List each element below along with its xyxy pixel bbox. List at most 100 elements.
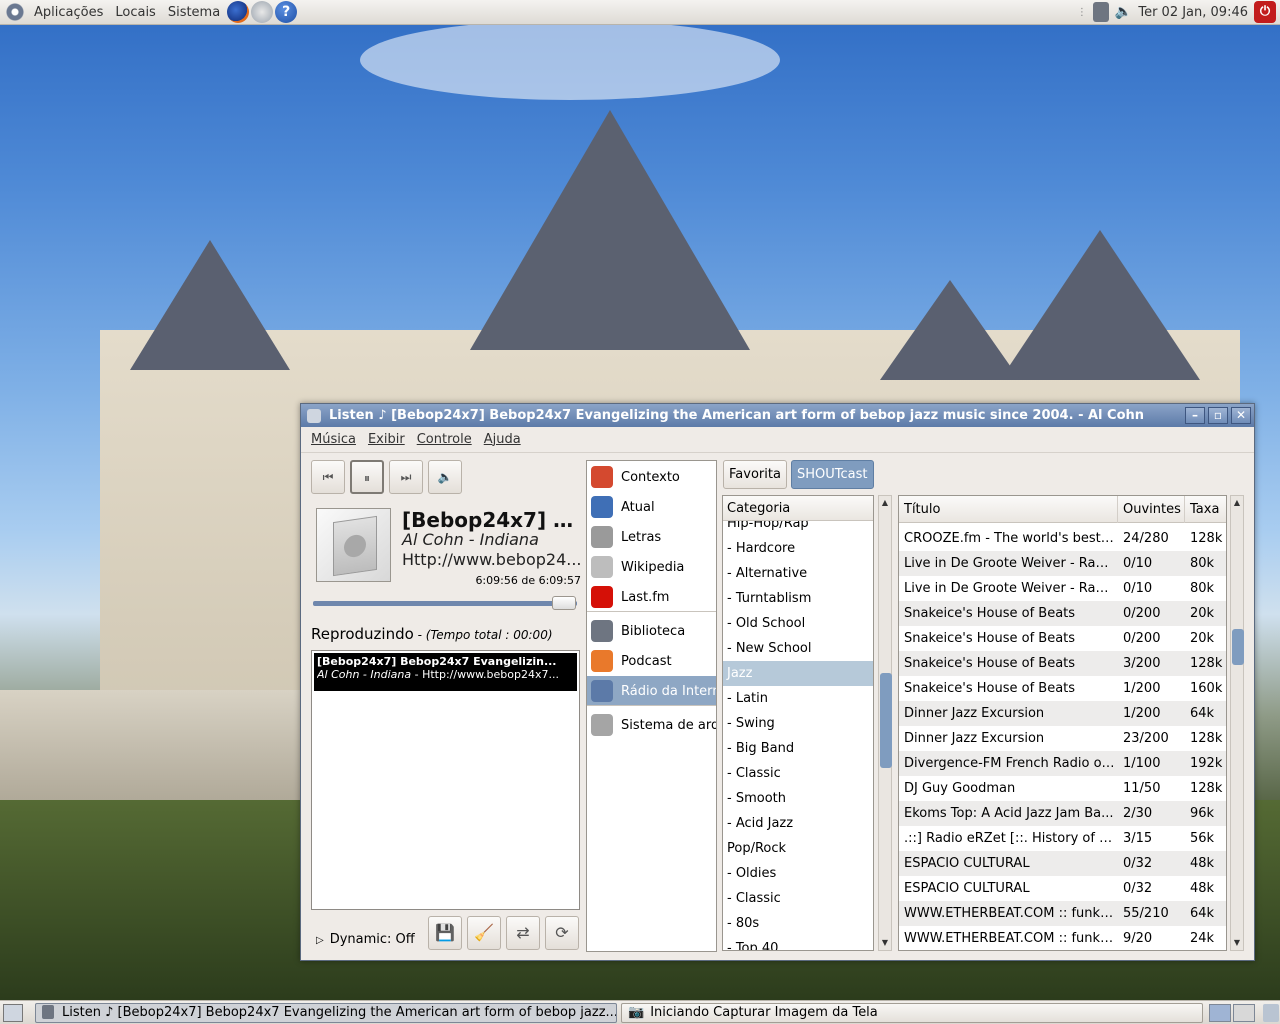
sidebar-item-contexto[interactable]: Contexto: [587, 462, 716, 492]
firefox-icon[interactable]: [227, 1, 250, 23]
table-row[interactable]: WWW.ETHERBEAT.COM :: funk j... 9/20 24k: [899, 926, 1226, 950]
category-item[interactable]: - Acid Jazz: [723, 811, 873, 836]
taskbar-item-listen[interactable]: Listen ♪ [Bebop24x7] Bebop24x7 Evangeliz…: [35, 1002, 617, 1023]
table-row[interactable]: Ekoms Top: A Acid Jazz Jam Ba... 2/30 96k: [899, 801, 1226, 826]
table-row[interactable]: DJ Guy Goodman 11/50 128k: [899, 776, 1226, 801]
playlist[interactable]: [Bebop24x7] Bebop24x7 Evangelizin... Al …: [311, 650, 580, 910]
sidebar-item-label: Biblioteca: [621, 623, 686, 639]
window-titlebar[interactable]: Listen ♪ [Bebop24x7] Bebop24x7 Evangeliz…: [301, 404, 1254, 427]
category-item[interactable]: - Classic: [723, 886, 873, 911]
category-scrollbar[interactable]: [878, 495, 892, 951]
column-taxa[interactable]: Taxa: [1185, 496, 1226, 523]
category-item[interactable]: Pop/Rock: [723, 836, 873, 861]
sidebar-item-letras[interactable]: Letras: [587, 522, 716, 552]
sidebar-item-wikipedia[interactable]: Wikipedia: [587, 552, 716, 582]
category-item[interactable]: - Latin: [723, 686, 873, 711]
sidebar-item-biblioteca[interactable]: Biblioteca: [587, 616, 716, 646]
table-row[interactable]: Dinner Jazz Excursion 1/200 64k: [899, 701, 1226, 726]
menu-places[interactable]: Locais: [109, 0, 161, 25]
table-row[interactable]: Live in De Groote Weiver - Radi... 0/10 80…: [899, 576, 1226, 601]
trash-icon[interactable]: [1263, 1003, 1279, 1022]
workspace-2[interactable]: [1233, 1003, 1255, 1022]
category-item[interactable]: - Hardcore: [723, 536, 873, 561]
category-item[interactable]: - Big Band: [723, 736, 873, 761]
table-row[interactable]: Snakeice's House of Beats 1/200 160k: [899, 676, 1226, 701]
help-icon[interactable]: ?: [275, 1, 298, 23]
sidebar-item-r-dio-da-internet[interactable]: Rádio da Internet: [587, 676, 716, 706]
scroll-down-icon[interactable]: ▼: [878, 936, 892, 950]
category-item[interactable]: - Oldies: [723, 861, 873, 886]
previous-button[interactable]: ⏮: [311, 460, 345, 494]
sidebar-item-last-fm[interactable]: Last.fm: [587, 582, 716, 612]
save-playlist-button[interactable]: 💾: [428, 916, 462, 950]
dynamic-toggle[interactable]: ▷ Dynamic: Off: [316, 932, 415, 947]
scroll-down-icon[interactable]: ▼: [1230, 936, 1244, 950]
category-item[interactable]: - Top 40: [723, 936, 873, 950]
workspace-1[interactable]: [1209, 1003, 1231, 1022]
seek-bar[interactable]: [313, 601, 577, 606]
category-item[interactable]: - Swing: [723, 711, 873, 736]
table-row[interactable]: WWW.ETHERBEAT.COM :: funk j... 55/210 64k: [899, 901, 1226, 926]
table-row[interactable]: Snakeice's House of Beats 3/200 128k: [899, 651, 1226, 676]
menu-system[interactable]: Sistema: [162, 0, 226, 25]
table-row[interactable]: CROOZE.fm - The world's best ... 24/280 12…: [899, 526, 1226, 551]
category-item[interactable]: - Smooth: [723, 786, 873, 811]
clock[interactable]: Ter 02 Jan, 09:46: [1138, 5, 1248, 20]
volume-button[interactable]: 🔈: [428, 460, 462, 494]
category-item[interactable]: Jazz: [723, 661, 873, 686]
repeat-button[interactable]: ⟳: [545, 916, 579, 950]
menu-exibir[interactable]: Exibir: [362, 432, 411, 447]
seek-handle[interactable]: [552, 596, 577, 610]
listen-app-icon[interactable]: [307, 408, 321, 423]
category-item[interactable]: - 80s: [723, 911, 873, 936]
category-list[interactable]: Hip-Hop/Rap - Hardcore - Alternative - T…: [722, 495, 874, 951]
table-row[interactable]: ESPACIO CULTURAL 0/32 48k: [899, 876, 1226, 901]
mail-icon[interactable]: [251, 1, 274, 23]
category-item[interactable]: - Classic: [723, 761, 873, 786]
category-scroll-thumb[interactable]: [880, 673, 892, 768]
maximize-button[interactable]: ▫: [1208, 407, 1228, 424]
column-ouvintes[interactable]: Ouvintes: [1118, 496, 1185, 523]
station-scroll-thumb[interactable]: [1232, 629, 1244, 665]
sidebar-item-podcast[interactable]: Podcast: [587, 646, 716, 676]
next-button[interactable]: ⏭: [389, 460, 423, 494]
table-row[interactable]: .::] Radio eRZet [::. History of 1... 3/1…: [899, 826, 1226, 851]
category-item[interactable]: - New School: [723, 636, 873, 661]
category-item[interactable]: - Alternative: [723, 561, 873, 586]
power-icon[interactable]: ⏻: [1254, 1, 1276, 23]
playlist-row[interactable]: [Bebop24x7] Bebop24x7 Evangelizin... Al …: [314, 653, 577, 691]
station-title: Live in De Groote Weiver - Radi...: [904, 581, 1116, 596]
table-row[interactable]: Snakeice's House of Beats 0/200 20k: [899, 626, 1226, 651]
table-row[interactable]: Divergence-FM French Radio of... 1/100 192…: [899, 751, 1226, 776]
pause-button[interactable]: ⏸: [350, 460, 384, 494]
taskbar-item-screenshot[interactable]: 📷 Iniciando Capturar Imagem da Tela: [621, 1002, 1203, 1023]
category-item[interactable]: - Old School: [723, 611, 873, 636]
station-table[interactable]: Título Ouvintes Taxa CROOZE.fm - The wor…: [898, 495, 1227, 951]
table-row[interactable]: ESPACIO CULTURAL 0/32 48k: [899, 851, 1226, 876]
scroll-up-icon[interactable]: ▲: [878, 496, 892, 510]
clear-playlist-button[interactable]: 🧹: [467, 916, 501, 950]
volume-icon[interactable]: 🔈: [1115, 4, 1132, 20]
listen-tray-icon[interactable]: [1092, 2, 1109, 22]
minimize-button[interactable]: –: [1185, 407, 1205, 424]
shuffle-button[interactable]: ⇄: [506, 916, 540, 950]
table-row[interactable]: Dinner Jazz Excursion 23/200 128k: [899, 726, 1226, 751]
sidebar-item-sistema-de-arquivos[interactable]: Sistema de arquivos: [587, 710, 716, 740]
gnome-foot-icon[interactable]: [4, 1, 26, 23]
table-row[interactable]: Live in De Groote Weiver - Radi... 0/10 80…: [899, 551, 1226, 576]
menu-controle[interactable]: Controle: [411, 432, 478, 447]
scroll-up-icon[interactable]: ▲: [1230, 496, 1244, 510]
category-header[interactable]: Categoria: [723, 496, 873, 521]
menu-applications[interactable]: Aplicações: [28, 0, 109, 25]
table-row[interactable]: Snakeice's House of Beats 0/200 20k: [899, 601, 1226, 626]
station-scrollbar[interactable]: [1230, 495, 1244, 951]
menu-ajuda[interactable]: Ajuda: [478, 432, 527, 447]
show-desktop-icon[interactable]: [3, 1003, 23, 1022]
close-button[interactable]: ✕: [1231, 407, 1251, 424]
category-item[interactable]: - Turntablism: [723, 586, 873, 611]
tab-shoutcast[interactable]: SHOUTcast: [791, 460, 874, 489]
menu-musica[interactable]: Música: [305, 432, 362, 447]
tab-favorita[interactable]: Favorita: [723, 460, 787, 489]
column-titulo[interactable]: Título: [899, 496, 1118, 523]
sidebar-item-atual[interactable]: Atual: [587, 492, 716, 522]
